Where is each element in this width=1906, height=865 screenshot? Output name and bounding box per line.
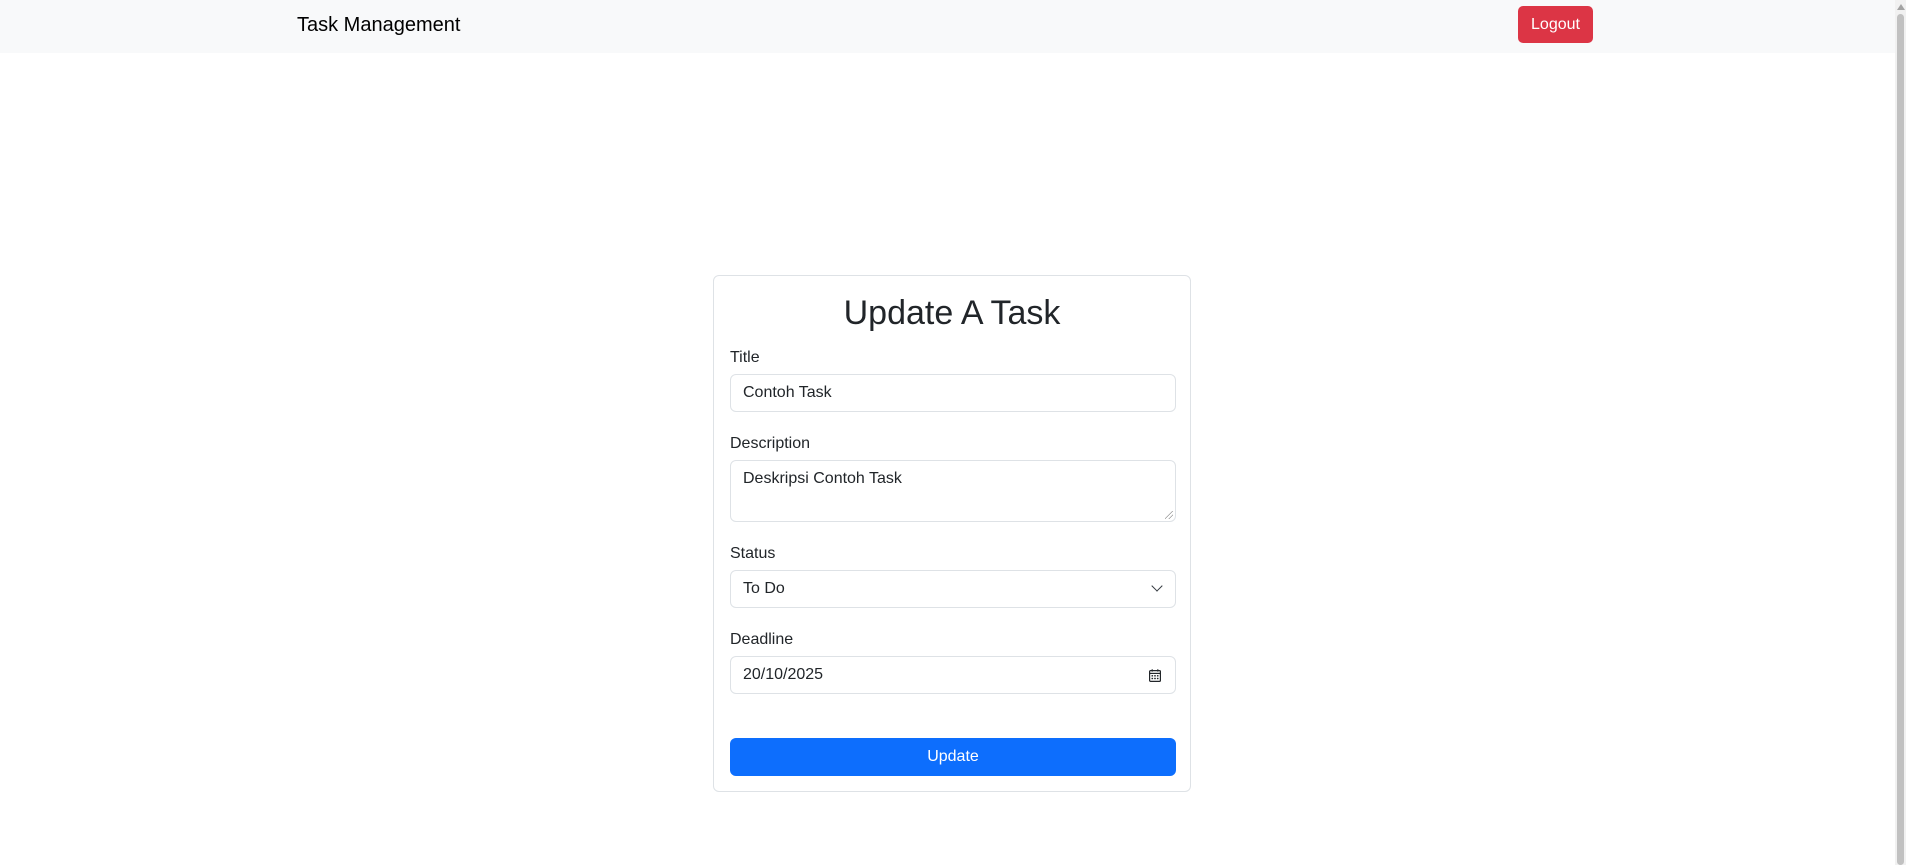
status-select[interactable]: To Do: [730, 570, 1176, 608]
resize-grip-icon[interactable]: [1165, 511, 1173, 519]
navbar: Task Management Logout: [0, 0, 1895, 53]
update-task-card: Update A Task Title Contoh Task Descript…: [713, 275, 1191, 792]
logout-button[interactable]: Logout: [1518, 6, 1593, 43]
chevron-down-icon: [1151, 580, 1163, 592]
page-title: Update A Task: [843, 294, 1061, 332]
title-label: Title: [730, 349, 760, 366]
scroll-up-arrow-icon[interactable]: [1897, 4, 1905, 10]
title-input[interactable]: Contoh Task: [730, 374, 1176, 412]
page-scrollbar[interactable]: [1895, 0, 1906, 865]
calendar-icon[interactable]: [1149, 669, 1161, 682]
deadline-input[interactable]: 20/10/2025: [730, 656, 1176, 694]
status-label: Status: [730, 545, 776, 562]
navbar-brand[interactable]: Task Management: [297, 12, 460, 38]
update-button[interactable]: Update: [730, 738, 1176, 776]
description-textarea-value: Deskripsi Contoh Task: [743, 470, 902, 487]
description-textarea[interactable]: Deskripsi Contoh Task: [730, 460, 1176, 522]
description-label: Description: [730, 435, 811, 452]
scrollbar-thumb[interactable]: [1897, 14, 1904, 865]
title-input-value: Contoh Task: [743, 384, 832, 401]
deadline-input-value: 20/10/2025: [743, 666, 824, 683]
deadline-label: Deadline: [730, 631, 794, 648]
status-select-value: To Do: [743, 580, 785, 597]
